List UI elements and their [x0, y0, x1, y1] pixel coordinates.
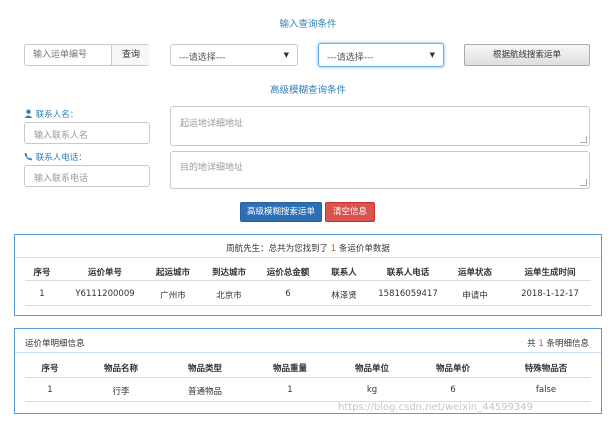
route-select-1[interactable]: ---请选择--- ▼	[170, 44, 298, 66]
route-select-1-value: ---请选择---	[179, 53, 226, 63]
results-summary-suffix: 条运价单数据	[338, 244, 390, 254]
results-col-amount: 运价总金额	[266, 268, 310, 278]
clear-button-label: 清空信息	[332, 207, 367, 217]
detail-cell-name: 行李	[112, 387, 130, 397]
contact-name-input[interactable]: 输入联系人名	[24, 122, 150, 144]
detail-cell-price: 6	[450, 385, 456, 395]
detail-count-value: 1	[538, 339, 544, 349]
detail-cell-unit: kg	[366, 385, 378, 395]
detail-col-name: 物品名称	[103, 364, 138, 374]
dest-address-textarea[interactable]: 目的地详细地址	[170, 151, 590, 189]
query-button[interactable]: 查询	[111, 45, 150, 65]
query-title: 输入查询条件	[279, 19, 337, 30]
route-select-2-value: ---请选择---	[327, 53, 374, 63]
fuzzy-search-button-label: 高级模糊搜索运单	[246, 207, 315, 217]
route-search-button-label: 根据航线搜索运单	[492, 50, 561, 60]
results-cell-origin-city: 广州市	[160, 291, 186, 301]
contact-phone-input[interactable]: 输入联系电话	[24, 165, 150, 187]
route-select-2[interactable]: ---请选择--- ▼	[318, 43, 444, 67]
origin-address-placeholder: 起运地详细地址	[180, 119, 244, 129]
fuzzy-title: 高级模糊查询条件	[269, 85, 346, 96]
user-icon	[24, 109, 36, 120]
results-panel: 周航先生：总共为您找到了 1 条运价单数据 序号 运价单号 起运城市 到达城市 …	[14, 234, 602, 316]
detail-count-suffix: 条明细信息	[546, 339, 589, 349]
results-cell-waybill: Y6111200009	[75, 289, 135, 299]
results-summary-prefix: 周航先生：总共为您找到了	[226, 244, 329, 254]
phone-icon	[24, 152, 36, 163]
results-col-origin-city: 起运城市	[155, 268, 190, 278]
results-cell-index: 1	[39, 289, 45, 299]
origin-address-textarea[interactable]: 起运地详细地址	[170, 106, 590, 146]
detail-cell-index: 1	[47, 385, 53, 395]
contact-name-label: 联系人名：	[35, 110, 79, 120]
detail-col-weight: 物品重量	[272, 364, 307, 374]
dest-address-placeholder: 目的地详细地址	[180, 163, 244, 173]
fuzzy-search-button[interactable]: 高级模糊搜索运单	[240, 202, 322, 222]
detail-col-price: 物品单价	[435, 364, 470, 374]
query-button-label: 查询	[121, 50, 140, 60]
results-cell-phone: 15816059417	[378, 289, 438, 299]
detail-cell-type: 普通物品	[187, 387, 222, 397]
detail-count: 共 1 条明细信息	[527, 337, 589, 349]
contact-name-placeholder: 输入联系人名	[34, 131, 89, 141]
results-cell-dest-city: 北京市	[216, 291, 242, 301]
results-summary: 周航先生：总共为您找到了 1 条运价单数据	[15, 242, 601, 254]
contact-phone-placeholder: 输入联系电话	[34, 174, 89, 184]
contact-phone-label: 联系人电话：	[35, 153, 87, 163]
results-col-contact: 联系人	[331, 268, 357, 278]
results-col-dest-city: 到达城市	[211, 268, 246, 278]
detail-col-special: 特殊物品否	[524, 364, 568, 374]
results-col-index: 序号	[33, 268, 51, 278]
waybill-input-group: 查询	[24, 44, 150, 66]
contact-name-label-row: 联系人名：	[24, 108, 78, 120]
results-cell-created: 2018-1-12-17	[521, 289, 579, 299]
chevron-down-icon: ▼	[283, 51, 289, 59]
results-col-created: 运单生成时间	[524, 268, 576, 278]
contact-phone-label-row: 联系人电话：	[24, 151, 87, 163]
resize-handle-icon[interactable]	[580, 179, 587, 186]
detail-col-type: 物品类型	[187, 364, 222, 374]
detail-cell-weight: 1	[287, 385, 293, 395]
results-cell-amount: 6	[285, 289, 291, 299]
detail-col-unit: 物品单位	[354, 364, 389, 374]
waybill-input[interactable]	[25, 45, 111, 65]
detail-col-index: 序号	[41, 364, 59, 374]
watermark: https://blog.csdn.net/weixin_44599349	[338, 402, 534, 413]
clear-button[interactable]: 清空信息	[325, 202, 375, 222]
chevron-down-icon: ▼	[429, 51, 435, 59]
detail-count-prefix: 共	[527, 339, 536, 349]
resize-handle-icon[interactable]	[580, 136, 587, 143]
detail-cell-special: false	[535, 385, 557, 395]
results-col-status: 运单状态	[457, 268, 492, 278]
results-col-phone: 联系人电话	[386, 268, 430, 278]
detail-title: 运价单明细信息	[25, 339, 85, 349]
results-col-waybill: 运价单号	[87, 268, 122, 278]
route-search-button[interactable]: 根据航线搜索运单	[464, 44, 590, 66]
results-count: 1	[330, 244, 337, 254]
results-cell-contact: 林泽贤	[331, 291, 357, 301]
results-cell-status: 申请中	[462, 291, 488, 301]
